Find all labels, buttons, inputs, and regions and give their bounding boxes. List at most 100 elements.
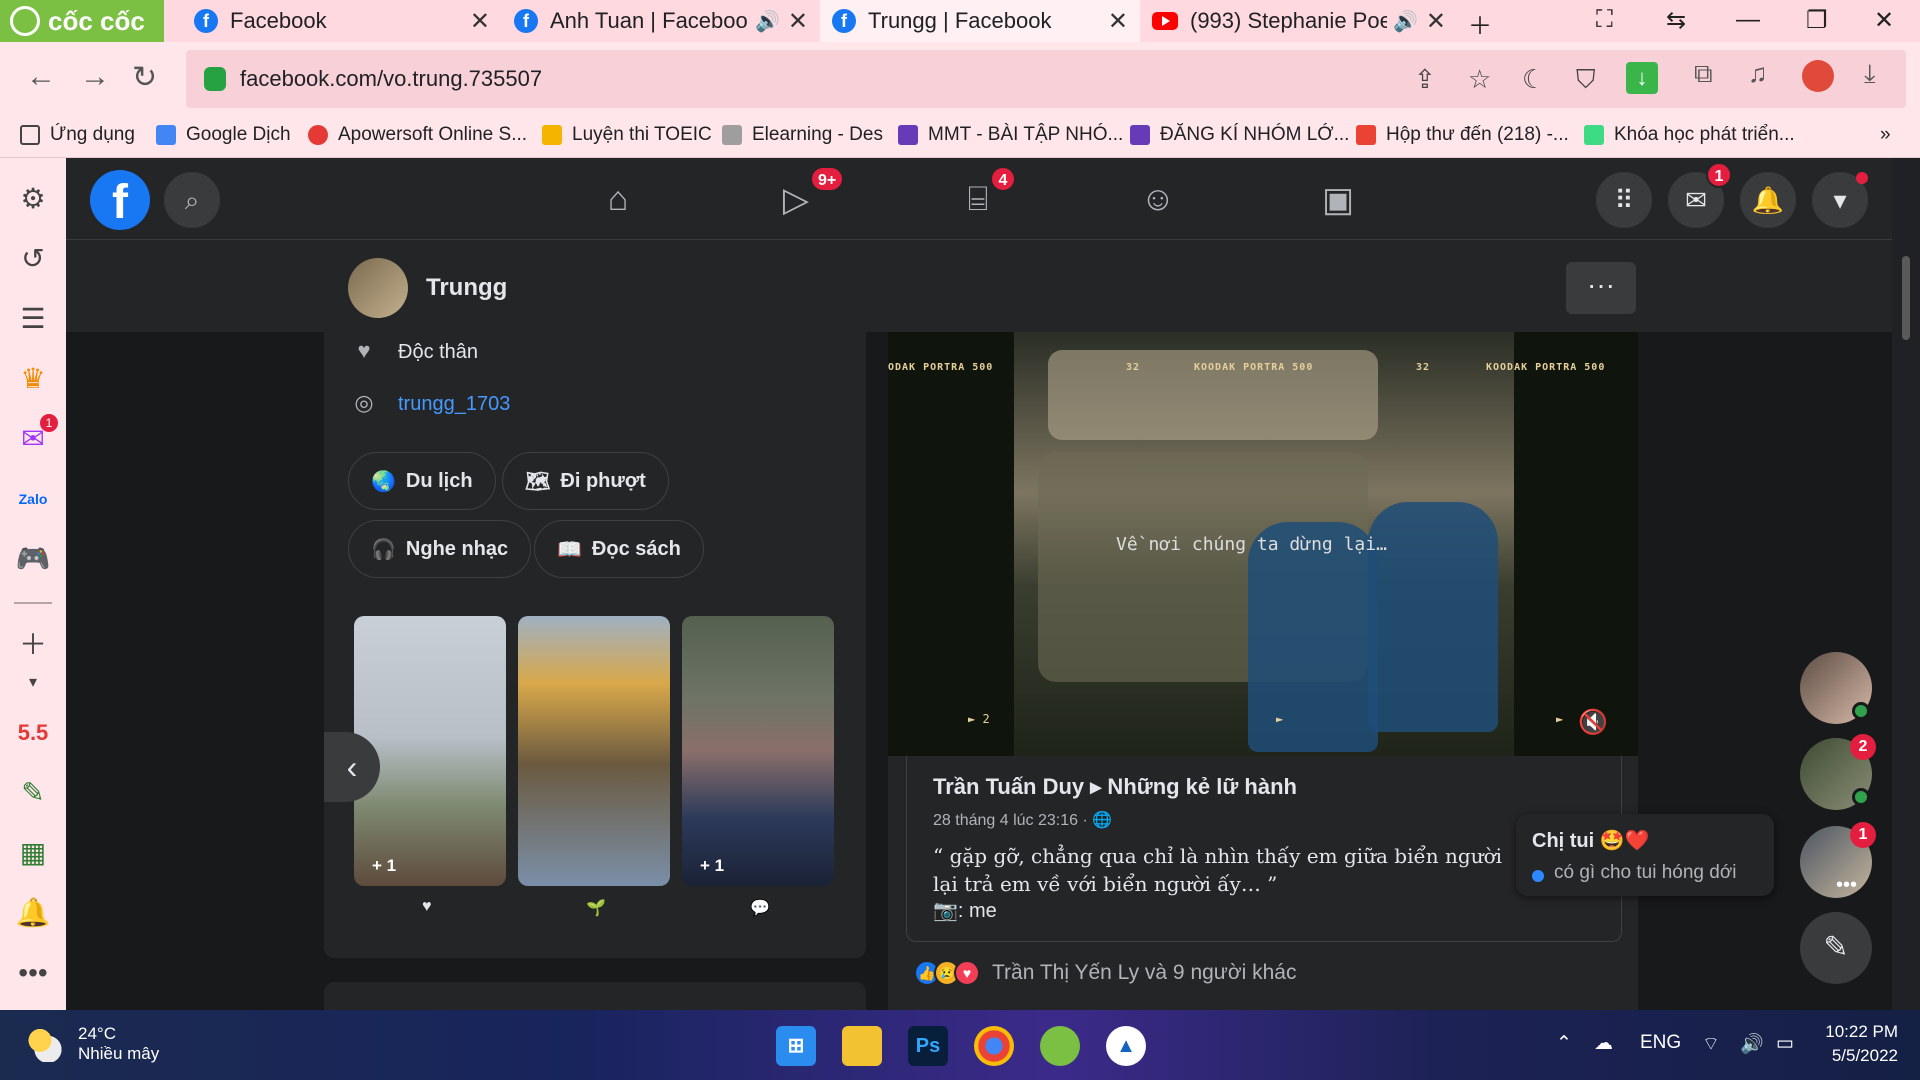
onedrive-cloud-icon[interactable]: ☁ <box>1594 1032 1613 1055</box>
bookmark-mmt[interactable]: MMT - BÀI TẬP NHÓ... <box>898 124 1123 146</box>
chevron-down-icon[interactable]: ▾ <box>14 664 52 702</box>
show-hidden-icons-chevron-icon[interactable]: ⌃ <box>1556 1032 1572 1055</box>
pinned-app-icon[interactable]: ▲ <box>1106 1026 1146 1066</box>
reload-icon[interactable]: ↻ <box>132 60 157 95</box>
bookmark-toeic[interactable]: Luyện thi TOEIC <box>542 124 712 146</box>
photoshop-icon[interactable]: Ps <box>908 1026 948 1066</box>
more-bookmarks-chevron-icon[interactable]: » <box>1880 124 1891 146</box>
facebook-logo-icon[interactable]: f <box>90 170 150 230</box>
battery-icon[interactable]: ▭ <box>1776 1032 1794 1055</box>
windows-start-icon[interactable]: ⊞ <box>776 1026 816 1066</box>
featured-photo[interactable]: + 1 <box>682 616 834 886</box>
coccoc-menu-button[interactable]: cốc cốc <box>0 0 164 42</box>
new-tab-icon[interactable]: ＋ <box>1468 6 1492 41</box>
speaker-icon[interactable]: 🔊 <box>755 9 780 34</box>
extension-leaf-icon[interactable]: ✎ <box>14 774 52 812</box>
downloads-icon[interactable]: ⤓ <box>1864 58 1876 90</box>
playlist-icon[interactable]: ♫ <box>1748 58 1768 89</box>
gaming-icon[interactable]: ▣ <box>1308 180 1368 220</box>
bookmark-dang-ki-nhom[interactable]: ĐĂNG KÍ NHÓM LỚ... <box>1130 124 1349 146</box>
post-video[interactable]: ODAK PORTRA 500 32 KOODAK PORTRA 500 32 … <box>888 332 1638 756</box>
bookmark-apowersoft[interactable]: Apowersoft Online S... <box>308 124 527 146</box>
close-tab-icon[interactable]: ✕ <box>1108 7 1128 36</box>
screenshot-icon[interactable]: ⛶ <box>1596 6 1613 34</box>
settings-gear-icon[interactable]: ⚙ <box>14 180 52 218</box>
menu-grid-icon[interactable]: ⠿ <box>1596 172 1652 228</box>
volume-icon[interactable]: 🔊 <box>1740 1032 1764 1056</box>
back-icon[interactable]: ← <box>26 60 56 94</box>
bookmark-star-icon[interactable]: ☆ <box>1468 64 1491 95</box>
browser-tab-trungg[interactable]: f Trungg | Facebook ✕ <box>820 0 1140 42</box>
reading-list-icon[interactable]: ☰ <box>14 300 52 338</box>
extensions-icon[interactable]: ⧉ <box>1694 58 1713 90</box>
chrome-icon[interactable] <box>974 1026 1014 1066</box>
hobby-chip[interactable]: 🎧 Nghe nhạc <box>348 520 532 578</box>
restore-icon[interactable]: ❐ <box>1806 6 1828 35</box>
hobby-chip[interactable]: 🌏 Du lịch <box>348 452 496 510</box>
home-icon[interactable]: ⌂ <box>588 180 648 220</box>
reactions-summary[interactable]: 👍 😢 ♥ Trần Thị Yến Ly và 9 người khác <box>914 960 1297 986</box>
windows-taskbar: 24°C Nhiều mây ⊞ Ps ▲ ⌃ ☁ ENG ⌔ 🔊 ▭ 10:2… <box>0 1010 1920 1080</box>
search-icon[interactable]: ⌕ <box>164 172 220 228</box>
tab-search-icon[interactable]: ⇆ <box>1666 6 1686 35</box>
browser-tab-youtube[interactable]: (993) Stephanie Poeti 🔊 ✕ <box>1140 0 1458 42</box>
film-mark: ► <box>1276 712 1284 726</box>
url-text[interactable]: facebook.com/vo.trung.735507 <box>240 66 542 92</box>
system-clock[interactable]: 10:22 PM 5/5/2022 <box>1825 1020 1898 1068</box>
crown-icon[interactable]: ♛ <box>14 360 52 398</box>
add-icon[interactable]: ＋ <box>14 626 52 664</box>
avatar[interactable] <box>348 258 408 318</box>
close-window-icon[interactable]: ✕ <box>1874 6 1894 35</box>
coccoc-taskbar-icon[interactable] <box>1040 1026 1080 1066</box>
browser-tab-anh-tuan[interactable]: f Anh Tuan | Facebook 🔊 ✕ <box>502 0 820 42</box>
zalo-icon[interactable]: Zalo <box>14 480 52 518</box>
scrollbar-thumb[interactable] <box>1902 256 1910 340</box>
gmail-icon <box>1356 125 1376 145</box>
more-dots-icon[interactable]: ••• <box>14 954 52 992</box>
profile-more-button[interactable]: ··· <box>1566 262 1636 314</box>
speaker-icon[interactable]: 🔊 <box>1393 9 1418 34</box>
sheets-icon[interactable]: ▦ <box>14 834 52 872</box>
browser-tab-facebook[interactable]: f Facebook ✕ <box>182 0 502 42</box>
hobby-chip[interactable]: 🗺 Đi phượt <box>502 452 669 510</box>
input-language[interactable]: ENG <box>1640 1032 1681 1054</box>
shield-icon[interactable]: ⛉ <box>1576 64 1596 96</box>
lock-icon[interactable] <box>204 67 226 91</box>
history-icon[interactable]: ↺ <box>14 240 52 278</box>
chat-preview[interactable]: Chị tui 🤩❤️ có gì cho tui hóng dới <box>1516 814 1774 896</box>
dark-mode-moon-icon[interactable]: ☾ <box>1522 64 1545 95</box>
shopee-sale-icon[interactable]: 5.5 <box>14 714 52 752</box>
new-message-compose-icon[interactable]: ✎ <box>1800 912 1872 984</box>
share-icon[interactable]: ⇪ <box>1414 64 1436 95</box>
close-tab-icon[interactable]: ✕ <box>788 7 808 36</box>
close-tab-icon[interactable]: ✕ <box>1426 7 1446 36</box>
wifi-icon[interactable]: ⌔ <box>1702 1032 1720 1056</box>
close-tab-icon[interactable]: ✕ <box>470 7 490 36</box>
instagram-link[interactable]: trungg_1703 <box>398 393 510 416</box>
profile-avatar-icon[interactable] <box>1802 60 1834 92</box>
weather-widget[interactable]: 24°C Nhiều mây <box>24 1024 159 1064</box>
mute-speaker-icon[interactable]: 🔇 <box>1578 708 1608 737</box>
bookmark-gmail[interactable]: Hộp thư đến (218) -... <box>1356 124 1569 146</box>
shared-time[interactable]: 28 tháng 4 lúc 23:16 · 🌐 <box>933 810 1112 830</box>
notifications-bell-icon[interactable]: 🔔 <box>1740 172 1796 228</box>
minimize-icon[interactable]: — <box>1736 6 1760 34</box>
address-bar[interactable]: facebook.com/vo.trung.735507 ⇪ ☆ ☾ ⛉ ↓ <box>186 50 1906 108</box>
featured-photo[interactable]: + 1 <box>354 616 506 886</box>
messenger-icon[interactable]: ✉ <box>14 414 58 458</box>
shared-author[interactable]: Trần Tuấn Duy ▸ Những kẻ lữ hành <box>933 774 1297 800</box>
bookmark-apps[interactable]: Ứng dụng <box>20 124 135 146</box>
notification-bell-icon[interactable]: 🔔 <box>14 894 52 932</box>
bookmark-google-translate[interactable]: Google Dịch <box>156 124 291 146</box>
gamepad-icon[interactable]: 🎮 <box>14 540 52 578</box>
hobby-chip[interactable]: 📖 Đọc sách <box>534 520 704 578</box>
featured-photo[interactable] <box>518 616 670 886</box>
forward-icon[interactable]: → <box>80 60 110 94</box>
marketplace-badge: 4 <box>990 166 1016 192</box>
file-explorer-icon[interactable] <box>842 1026 882 1066</box>
bookmark-elearning[interactable]: Elearning - Des <box>722 124 883 146</box>
bookmark-khoa-hoc[interactable]: Khóa học phát triển... <box>1584 124 1795 146</box>
savior-download-icon[interactable]: ↓ <box>1626 62 1658 94</box>
groups-icon[interactable]: ☺ <box>1128 180 1188 220</box>
profile-name[interactable]: Trungg <box>426 274 507 302</box>
